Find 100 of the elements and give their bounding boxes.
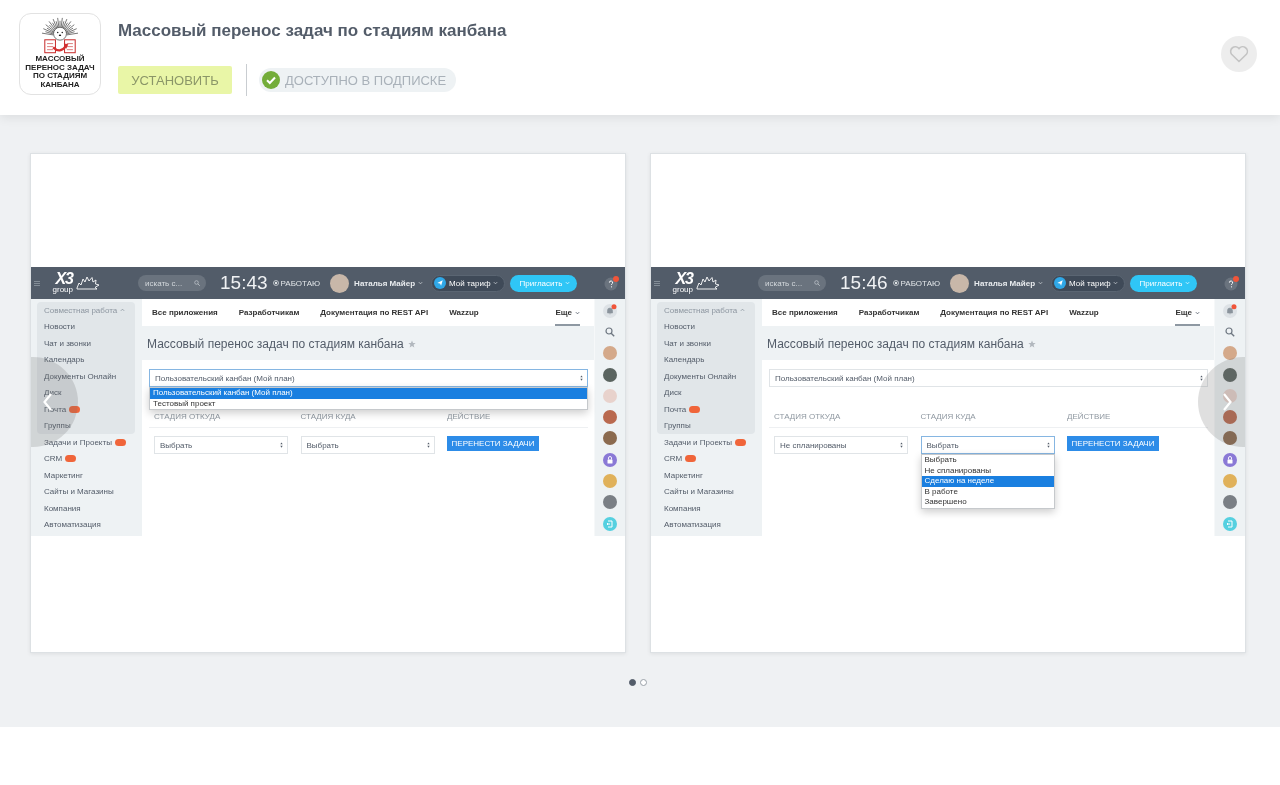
sidebar-item[interactable]: Новости xyxy=(44,318,135,335)
transfer-button[interactable]: ПЕРЕНЕСТИ ЗАДАЧИ xyxy=(447,436,539,451)
sidebar-item[interactable]: Чат и звонки xyxy=(664,335,755,352)
sidebar-item[interactable]: Диск xyxy=(44,384,135,401)
avatar-icon xyxy=(603,367,617,382)
exit-icon[interactable] xyxy=(603,516,617,531)
lock-icon xyxy=(1223,452,1237,467)
sidebar-item[interactable]: Автоматизация xyxy=(657,516,755,533)
dropdown-option[interactable]: Завершено xyxy=(921,497,1054,508)
plane-icon xyxy=(434,277,447,289)
search-field[interactable]: искать с... xyxy=(758,275,826,291)
stage-select[interactable]: Выбрать xyxy=(300,436,435,454)
user-name: Наталья Майер xyxy=(974,278,1036,288)
column-header: СТАДИЯ КУДА xyxy=(920,412,977,421)
tariff-button[interactable]: Мой тариф xyxy=(431,274,506,292)
sidebar-item[interactable]: Автоматизация xyxy=(37,516,135,533)
avatar-icon xyxy=(603,346,617,361)
stage-select[interactable]: Выбрать xyxy=(920,436,1055,454)
nav-tab[interactable]: Еще xyxy=(1175,299,1200,326)
sidebar-item[interactable]: Сайты и Магазины xyxy=(37,483,135,500)
help-icon[interactable] xyxy=(1224,275,1239,291)
hedgehog-icon xyxy=(696,276,720,290)
sidebar-item[interactable]: Компания xyxy=(657,500,755,517)
nav-tab[interactable]: Wazzup xyxy=(1069,299,1099,326)
sidebar-item[interactable]: Задачи и Проекты xyxy=(657,434,755,451)
bell-icon[interactable] xyxy=(1223,303,1237,318)
tariff-button[interactable]: Мой тариф xyxy=(1051,274,1126,292)
clock-time: 15:43 xyxy=(220,273,268,293)
caret-icon xyxy=(740,308,746,313)
sidebar-item[interactable]: Диск xyxy=(664,384,755,401)
carousel-dot[interactable] xyxy=(640,679,647,686)
column-header: ДЕЙСТВИЕ xyxy=(447,412,492,421)
search-icon xyxy=(814,280,820,286)
sidebar-item[interactable]: Маркетинг xyxy=(657,467,755,484)
kanban-select[interactable]: Пользовательский канбан (Мой план) xyxy=(149,369,588,387)
bell-icon[interactable] xyxy=(603,303,617,318)
nav-tab[interactable]: Документация по REST API xyxy=(940,299,1049,326)
nav-tab[interactable]: Разработчикам xyxy=(238,299,300,326)
menu-icon[interactable] xyxy=(34,280,40,286)
dropdown-option[interactable]: Сделаю на неделе xyxy=(921,476,1054,487)
sidebar-item[interactable]: Календарь xyxy=(44,351,135,368)
sort-arrows-icon xyxy=(900,442,903,448)
search-icon[interactable] xyxy=(1223,324,1237,339)
column-header: СТАДИЯ ОТКУДА xyxy=(154,412,222,421)
nav-tab[interactable]: Все приложения xyxy=(772,299,838,326)
sidebar-item[interactable]: Почта xyxy=(664,401,755,418)
carousel-dot[interactable] xyxy=(629,679,636,686)
help-icon[interactable] xyxy=(604,275,619,291)
caret-icon xyxy=(1195,310,1200,315)
column-header: ДЕЙСТВИЕ xyxy=(1067,412,1112,421)
sidebar-item[interactable]: Компания xyxy=(37,500,135,517)
sort-arrows-icon xyxy=(280,442,283,448)
caret-icon xyxy=(565,281,571,285)
sidebar-item[interactable]: Задачи и Проекты xyxy=(37,434,135,451)
nav-tab[interactable]: Wazzup xyxy=(449,299,479,326)
star-icon[interactable] xyxy=(1027,340,1036,348)
lock-icon xyxy=(603,452,617,467)
nav-tab[interactable]: Разработчикам xyxy=(858,299,920,326)
sidebar-item[interactable]: Документы Онлайн xyxy=(44,368,135,385)
status-label: РАБОТАЮ xyxy=(900,278,941,288)
dropdown-option[interactable]: В работе xyxy=(921,486,1054,497)
sidebar-item[interactable]: CRM xyxy=(657,450,755,467)
sidebar-item[interactable]: Сайты и Магазины xyxy=(657,483,755,500)
search-icon[interactable] xyxy=(603,324,617,339)
clock-time: 15:46 xyxy=(840,273,888,293)
sidebar-item[interactable]: Маркетинг xyxy=(37,467,135,484)
menu-icon[interactable] xyxy=(654,280,660,286)
sidebar-item[interactable]: Группы xyxy=(664,417,755,434)
sidebar-item[interactable]: Группы xyxy=(44,417,135,434)
exit-icon[interactable] xyxy=(1223,516,1237,531)
logo-caption: МАССОВЫЙ ПЕРЕНОС ЗАДАЧ ПО СТАДИЯМ КАНБАНА xyxy=(24,55,96,90)
nav-tab[interactable]: Документация по REST API xyxy=(320,299,429,326)
logo-subtitle: group xyxy=(52,286,73,294)
sidebar-item[interactable]: CRM xyxy=(37,450,135,467)
caret-icon xyxy=(1038,281,1044,285)
avatar-icon xyxy=(1223,346,1237,361)
sidebar-item[interactable]: Чат и звонки xyxy=(44,335,135,352)
dropdown-option[interactable]: Выбрать xyxy=(921,455,1054,466)
logo-subtitle: group xyxy=(672,286,693,294)
dropdown-option[interactable]: Не спланированы xyxy=(921,465,1054,476)
dropdown-option[interactable]: Тестовый проект xyxy=(150,398,587,409)
stage-select[interactable]: Не спланированы xyxy=(774,436,908,454)
dropdown-option[interactable]: Пользовательский канбан (Мой план) xyxy=(150,388,587,399)
favorite-button[interactable] xyxy=(1221,36,1257,72)
nav-tab[interactable]: Еще xyxy=(555,299,580,326)
avatar-icon xyxy=(1223,410,1237,425)
caret-icon xyxy=(418,281,424,285)
search-field[interactable]: искать с... xyxy=(138,275,206,291)
sidebar-item[interactable]: Календарь xyxy=(664,351,755,368)
stage-select[interactable]: Выбрать xyxy=(154,436,288,454)
kanban-select[interactable]: Пользовательский канбан (Мой план) xyxy=(769,369,1208,387)
caret-icon xyxy=(575,310,580,315)
transfer-button[interactable]: ПЕРЕНЕСТИ ЗАДАЧИ xyxy=(1067,436,1159,451)
star-icon[interactable] xyxy=(407,340,416,348)
sidebar-item[interactable]: Документы Онлайн xyxy=(664,368,755,385)
sidebar-item[interactable]: Новости xyxy=(664,318,755,335)
nav-tab[interactable]: Все приложения xyxy=(152,299,218,326)
user-name: Наталья Майер xyxy=(354,278,416,288)
subscription-label: ДОСТУПНО В ПОДПИСКЕ xyxy=(285,72,447,88)
avatar-icon xyxy=(1223,474,1237,488)
